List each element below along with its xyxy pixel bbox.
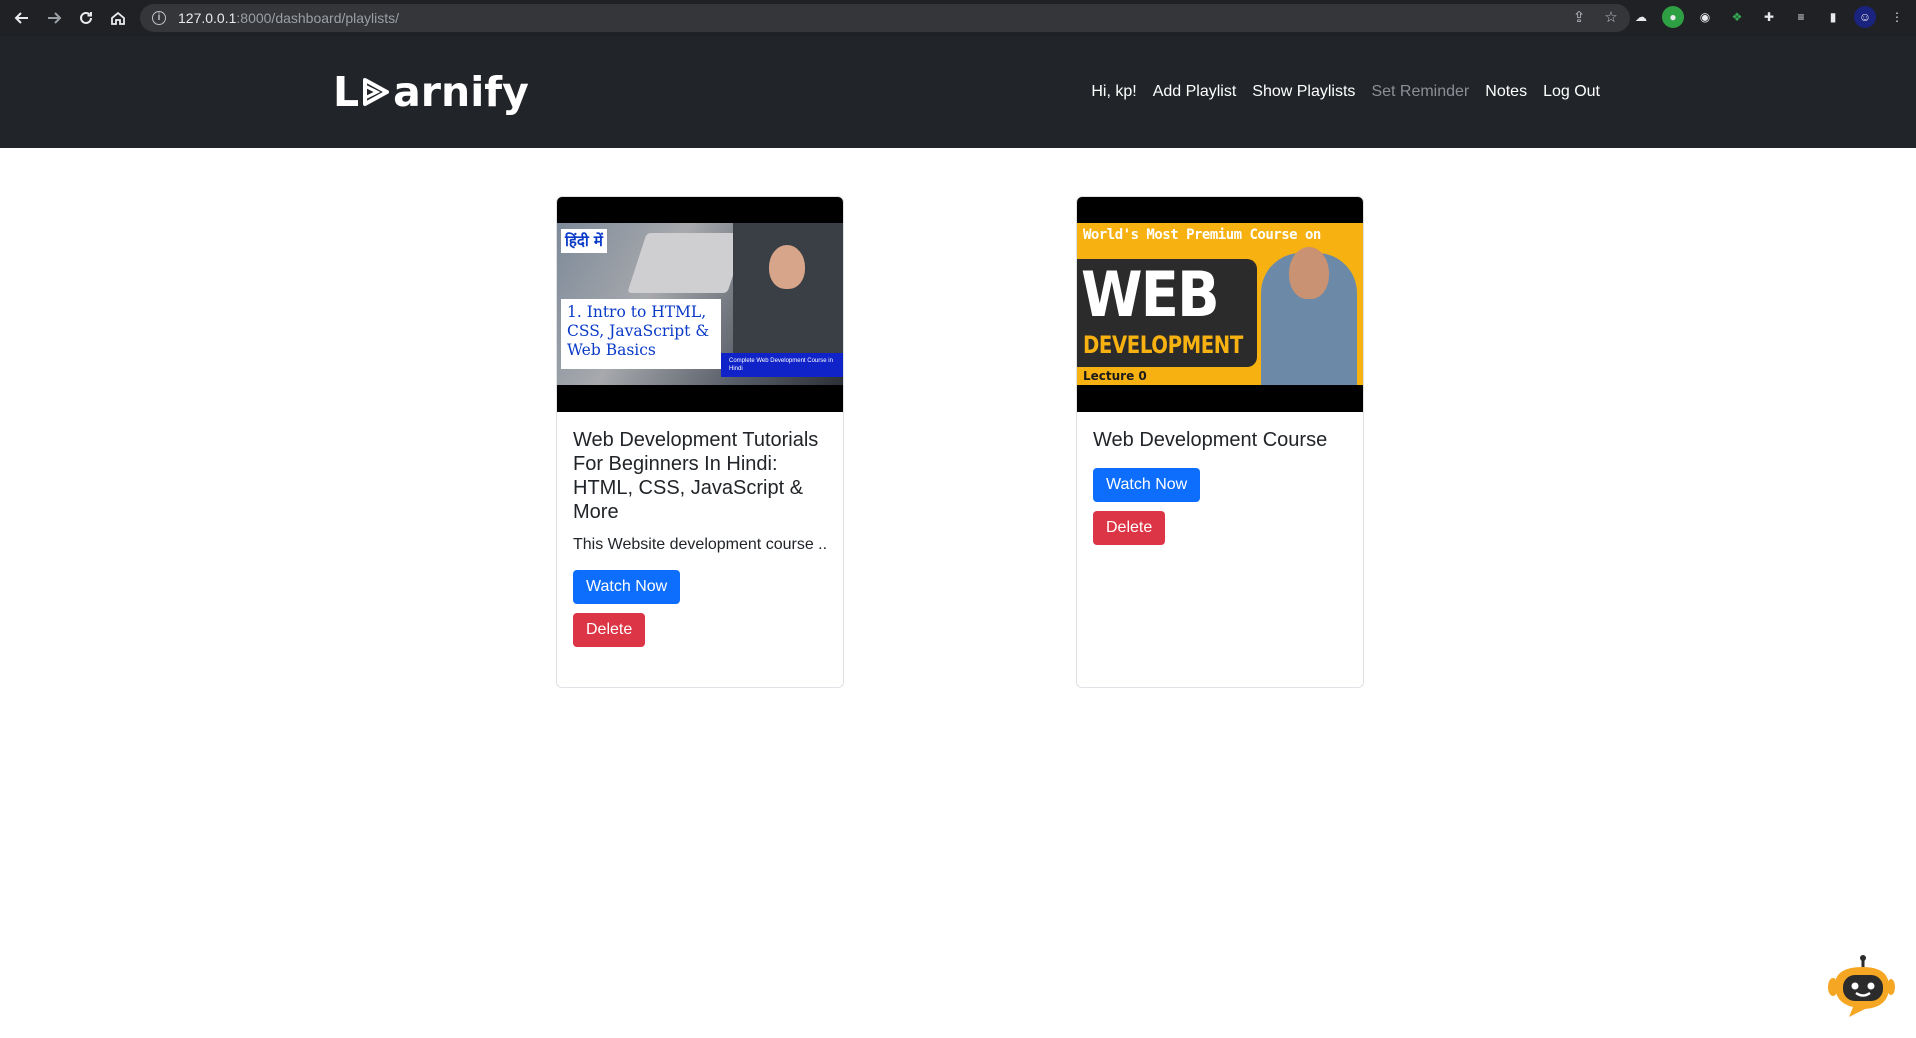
extension-leaf-icon[interactable]: ❖ [1726, 6, 1748, 28]
watch-now-button[interactable]: Watch Now [1093, 468, 1201, 502]
site-info-icon[interactable]: i [152, 11, 166, 25]
thumbnail-big-text: WEB [1081, 258, 1220, 331]
profile-avatar[interactable]: ☺ [1854, 6, 1876, 28]
nav-set-reminder[interactable]: Set Reminder [1371, 83, 1469, 101]
home-icon[interactable] [102, 2, 134, 34]
nav-log-out[interactable]: Log Out [1543, 83, 1600, 101]
nav-greeting[interactable]: Hi, kp! [1091, 83, 1136, 101]
playlist-card: हिंदी में 1. Intro to HTML, CSS, JavaScr… [556, 196, 844, 688]
playlist-description: This Website development course ... [573, 536, 827, 553]
address-bar[interactable]: i 127.0.0.1:8000/dashboard/playlists/ ⇪ … [140, 4, 1630, 32]
reading-list-icon[interactable]: ≡ [1790, 6, 1812, 28]
extensions-puzzle-icon[interactable]: ✚ [1758, 6, 1780, 28]
thumbnail-top-text: World's Most Premium Course on [1083, 227, 1321, 243]
bookmark-star-icon[interactable]: ☆ [1602, 9, 1620, 27]
play-icon [363, 78, 390, 106]
thumbnail-heading: 1. Intro to HTML, CSS, JavaScript & Web … [561, 299, 721, 369]
nav-notes[interactable]: Notes [1485, 83, 1527, 101]
share-icon[interactable]: ⇪ [1570, 9, 1588, 27]
delete-button[interactable]: Delete [1093, 511, 1166, 545]
extension-circle-icon[interactable]: ◉ [1694, 6, 1716, 28]
thumbnail-footer: Complete Web Development Course in Hindi [721, 353, 843, 377]
url-text: 127.0.0.1:8000/dashboard/playlists/ [178, 10, 400, 26]
reload-icon[interactable] [70, 2, 102, 34]
playlist-title: Web Development Tutorials For Beginners … [573, 429, 819, 523]
nav-links: Hi, kp! Add Playlist Show Playlists Set … [1091, 83, 1600, 101]
playlist-thumbnail[interactable]: World's Most Premium Course on WEB DEVEL… [1077, 197, 1363, 412]
playlist-title: Web Development Course [1093, 429, 1328, 451]
nav-add-playlist[interactable]: Add Playlist [1153, 83, 1237, 101]
watch-now-button[interactable]: Watch Now [573, 570, 681, 604]
menu-kebab-icon[interactable]: ⋮ [1886, 6, 1908, 28]
thumbnail-badge: हिंदी में [561, 229, 607, 253]
side-panel-icon[interactable]: ▮ [1822, 6, 1844, 28]
thumbnail-lecture: Lecture 0 [1083, 369, 1147, 383]
extension-cloud-icon[interactable]: ☁ [1630, 6, 1652, 28]
playlist-thumbnail[interactable]: हिंदी में 1. Intro to HTML, CSS, JavaScr… [557, 197, 843, 412]
delete-button[interactable]: Delete [573, 613, 646, 647]
app-navbar: L arnify Hi, kp! Add Playlist Show Playl… [0, 36, 1916, 148]
extension-green-icon[interactable]: ● [1662, 6, 1684, 28]
playlist-card: World's Most Premium Course on WEB DEVEL… [1076, 196, 1364, 688]
chatbot-icon[interactable] [1825, 955, 1895, 1021]
forward-icon[interactable] [38, 2, 70, 34]
brand-logo[interactable]: L arnify [333, 68, 529, 116]
nav-show-playlists[interactable]: Show Playlists [1252, 83, 1355, 101]
browser-toolbar: i 127.0.0.1:8000/dashboard/playlists/ ⇪ … [0, 0, 1916, 36]
back-icon[interactable] [6, 2, 38, 34]
thumbnail-sub-text: DEVELOPMENT [1083, 331, 1243, 359]
